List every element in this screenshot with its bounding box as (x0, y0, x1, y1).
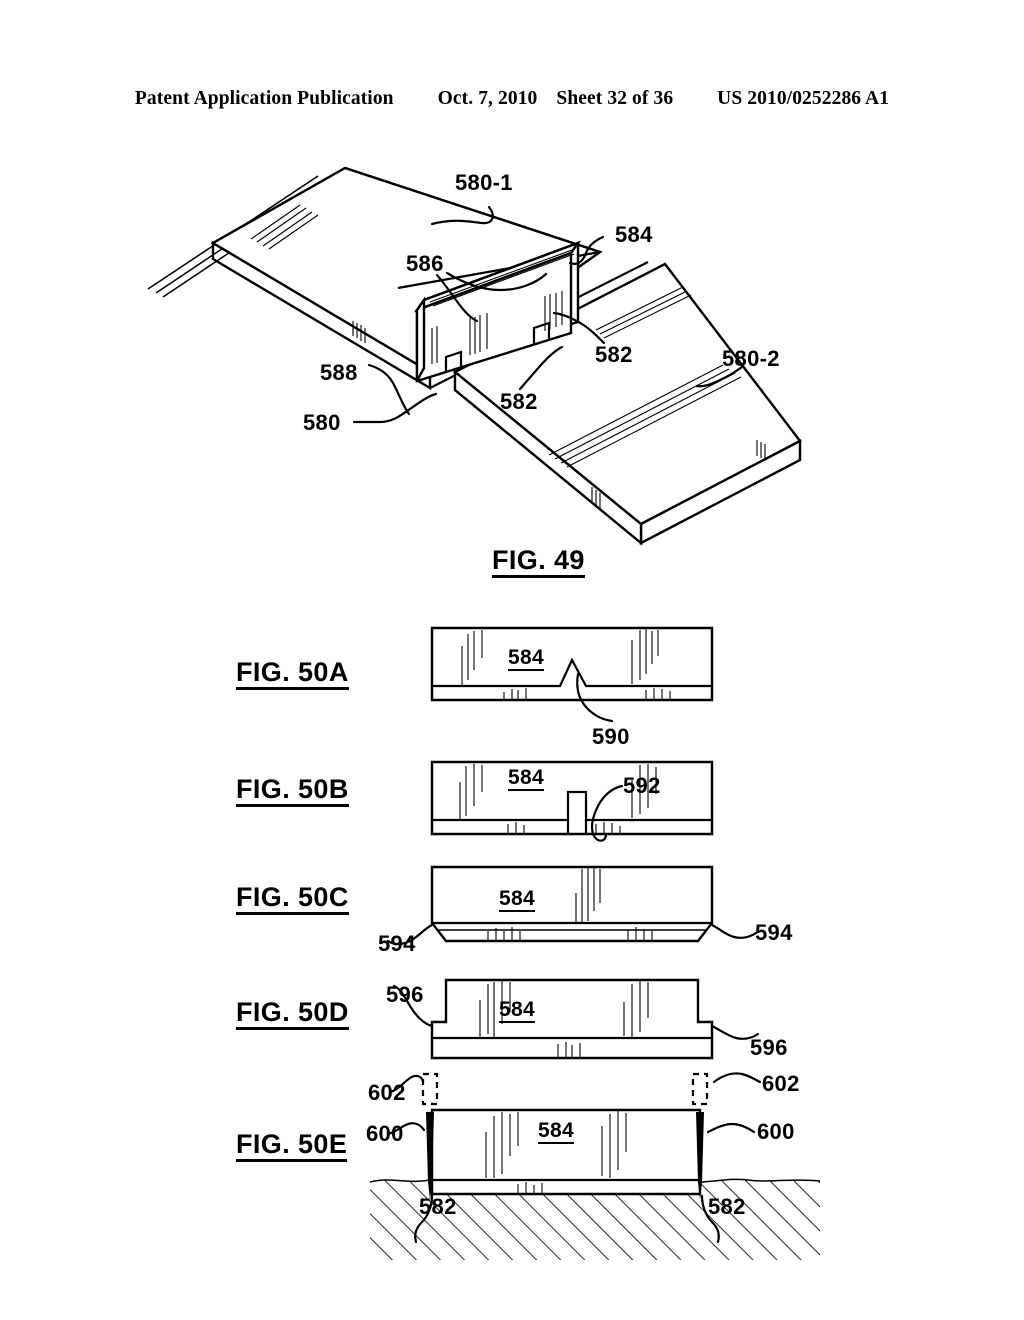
ref-596-left: 596 (386, 982, 424, 1007)
ref-582-right: 582 (595, 342, 633, 367)
figure-49-caption: FIG. 49 (492, 546, 585, 579)
figure-50c-drawing (386, 865, 758, 946)
ref-602-left: 602 (368, 1080, 406, 1105)
ref-584: 584 (615, 222, 653, 247)
ref-580-2: 580-2 (722, 346, 780, 371)
ref-580: 580 (303, 410, 341, 435)
figure-50a-body-label: 584 (508, 646, 544, 672)
figure-50e-body-label: 584 (538, 1119, 574, 1145)
figure-50d-body-label: 584 (499, 998, 535, 1024)
ref-582-mid: 582 (500, 389, 538, 414)
ref-594-right: 594 (755, 920, 793, 945)
ref-594-left: 594 (378, 931, 416, 956)
figure-50a-caption: FIG. 50A (236, 658, 349, 691)
ref-588: 588 (320, 360, 358, 385)
figure-50e-drawing (369, 1072, 821, 1260)
ref-580-1: 580-1 (455, 170, 513, 195)
figure-50c-body-label: 584 (499, 887, 535, 913)
ref-602-right: 602 (762, 1071, 800, 1096)
figure-49-drawing (147, 166, 802, 546)
ref-582-left: 582 (419, 1194, 457, 1219)
phantom-outline-left (421, 1072, 439, 1106)
figure-50b-body-label: 584 (508, 766, 544, 792)
figure-50c-caption: FIG. 50C (236, 883, 349, 916)
figure-50e-caption: FIG. 50E (236, 1130, 348, 1163)
figure-50b-caption: FIG. 50B (236, 775, 349, 808)
ref-582-right: 582 (708, 1194, 746, 1219)
ref-596-right: 596 (750, 1035, 788, 1060)
ref-592: 592 (623, 773, 661, 798)
ref-586: 586 (406, 251, 444, 276)
ref-600-left: 600 (366, 1121, 404, 1146)
ref-600-right: 600 (757, 1119, 795, 1144)
figure-50d-caption: FIG. 50D (236, 998, 349, 1031)
phantom-outline-right (691, 1072, 709, 1106)
